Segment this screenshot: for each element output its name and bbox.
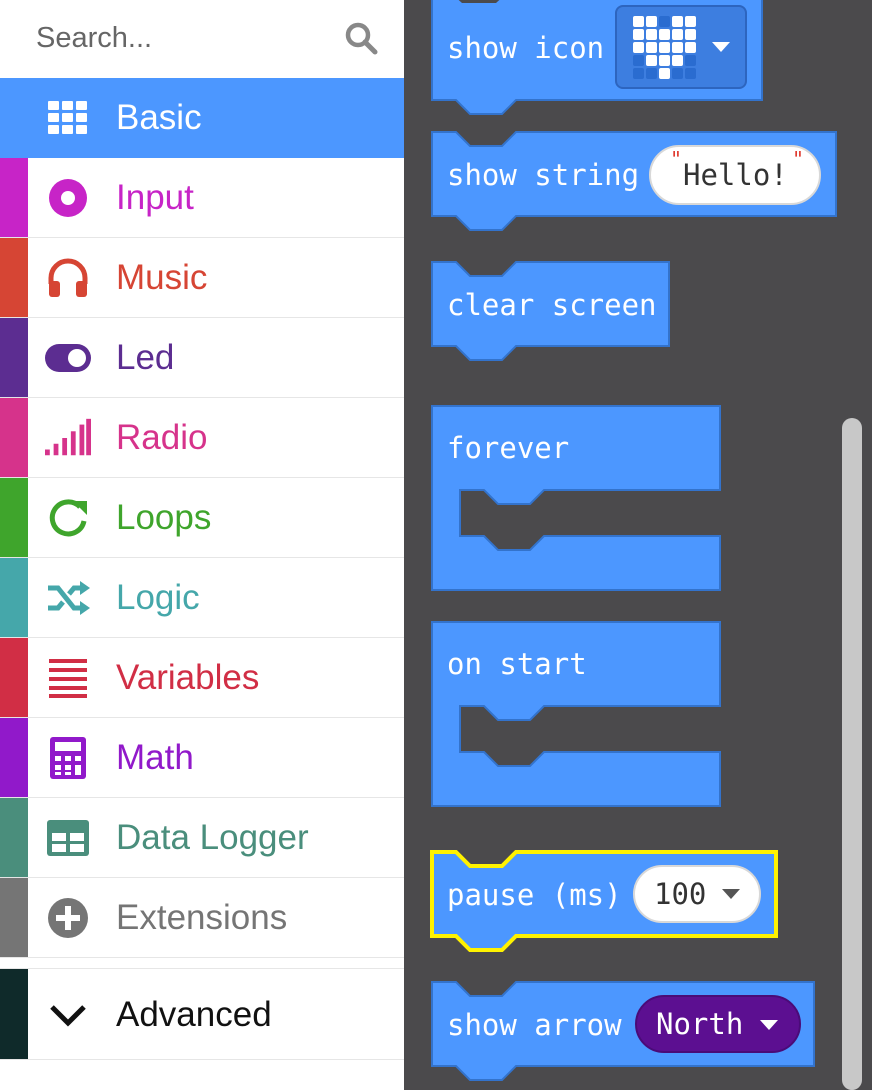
category-stripe (0, 158, 28, 237)
category-stripe (0, 318, 28, 397)
category-label: Variables (116, 658, 260, 697)
search-icon[interactable] (343, 20, 379, 56)
quote-right-icon: " (792, 147, 804, 171)
clear-screen-block[interactable]: clear screen (431, 261, 670, 361)
category-extensions[interactable]: Extensions (0, 878, 404, 958)
category-label: Radio (116, 418, 208, 457)
toolbox: Basic Input Music Led (0, 0, 405, 1090)
pause-block[interactable]: pause (ms) 100 (430, 850, 778, 952)
category-label: Loops (116, 498, 212, 537)
flyout-scrollbar[interactable] (842, 418, 862, 1090)
grid-icon (45, 98, 91, 138)
shuffle-icon (45, 578, 91, 618)
show-arrow-label: show arrow (447, 1008, 622, 1042)
headphones-icon (45, 258, 91, 298)
category-stripe (0, 638, 28, 717)
refresh-icon (45, 498, 91, 538)
category-data-logger[interactable]: Data Logger (0, 798, 404, 878)
category-label: Data Logger (116, 818, 309, 857)
category-label: Music (116, 258, 208, 297)
category-stripe (0, 238, 28, 317)
category-label: Led (116, 338, 175, 377)
calculator-icon (45, 737, 91, 779)
string-value: Hello! (683, 158, 788, 192)
list-lines-icon (45, 658, 91, 698)
show-arrow-block[interactable]: show arrow North (431, 981, 815, 1081)
forever-block[interactable]: forever (431, 405, 721, 591)
toggle-icon (45, 338, 91, 378)
category-radio[interactable]: Radio (0, 398, 404, 478)
category-stripe (0, 558, 28, 637)
icon-dropdown[interactable] (615, 5, 747, 89)
clear-screen-label: clear screen (447, 288, 657, 322)
category-advanced[interactable]: Advanced (0, 968, 404, 1060)
category-music[interactable]: Music (0, 238, 404, 318)
category-label: Math (116, 738, 194, 777)
category-label: Input (116, 178, 194, 217)
category-led[interactable]: Led (0, 318, 404, 398)
search-input[interactable] (36, 16, 326, 60)
forever-label: forever (447, 431, 569, 465)
string-input[interactable]: " Hello! " (649, 145, 821, 205)
category-label: Advanced (116, 995, 272, 1034)
category-variables[interactable]: Variables (0, 638, 404, 718)
category-basic[interactable]: Basic (0, 78, 404, 158)
table-icon (45, 818, 91, 858)
category-stripe (0, 478, 28, 557)
category-label: Basic (116, 98, 202, 137)
pause-value: 100 (654, 877, 706, 911)
category-stripe (0, 969, 28, 1059)
category-math[interactable]: Math (0, 718, 404, 798)
arrow-direction-dropdown[interactable]: North (635, 995, 801, 1053)
plus-circle-icon (45, 898, 91, 938)
blocks-flyout: show icon show string " Hello! " clear s… (404, 0, 872, 1090)
category-label: Extensions (116, 898, 288, 937)
on-start-block[interactable]: on start (431, 621, 721, 807)
category-stripe (0, 718, 28, 797)
blocks-canvas: show icon show string " Hello! " clear s… (430, 0, 837, 1081)
category-input[interactable]: Input (0, 158, 404, 238)
category-stripe (0, 798, 28, 877)
chevron-down-icon (45, 995, 91, 1035)
target-icon (45, 178, 91, 218)
on-start-label: on start (447, 647, 587, 681)
heart-icon (633, 16, 696, 79)
pause-label: pause (ms) (447, 878, 622, 912)
search-bar (0, 0, 404, 78)
show-string-block[interactable]: show string " Hello! " (431, 131, 837, 231)
category-logic[interactable]: Logic (0, 558, 404, 638)
category-stripe (0, 398, 28, 477)
category-loops[interactable]: Loops (0, 478, 404, 558)
category-stripe (0, 878, 28, 957)
pause-value-dropdown[interactable]: 100 (633, 865, 761, 923)
signal-bars-icon (45, 418, 91, 458)
show-icon-label: show icon (447, 31, 604, 65)
category-label: Logic (116, 578, 200, 617)
show-string-label: show string (447, 158, 639, 192)
show-icon-block[interactable]: show icon (431, 0, 763, 115)
arrow-direction-value: North (656, 1007, 743, 1041)
quote-left-icon: " (670, 147, 682, 171)
